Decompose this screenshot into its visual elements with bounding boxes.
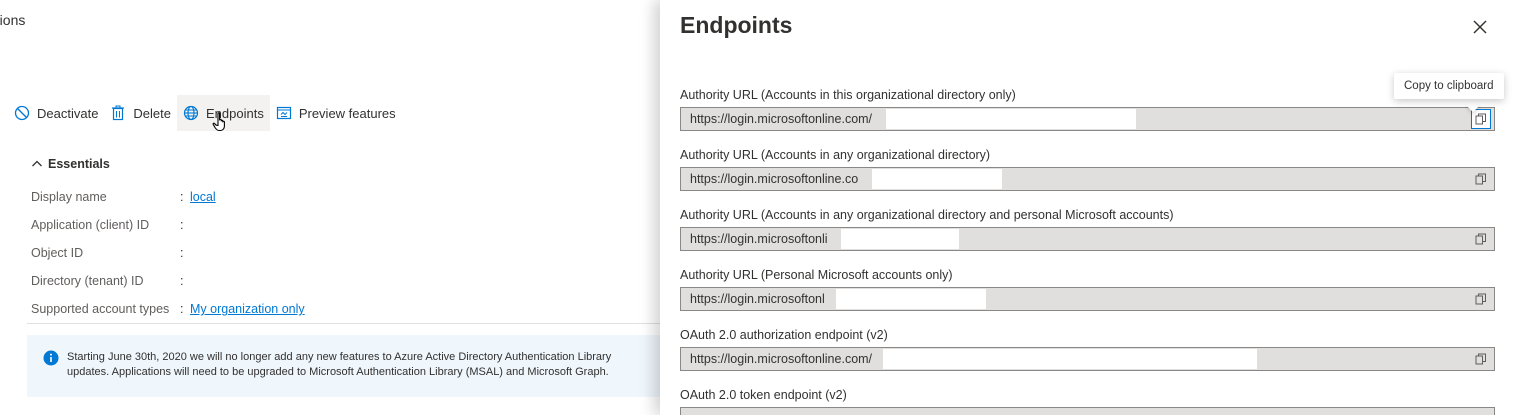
copy-button[interactable] [1472,350,1490,368]
delete-label: Delete [133,105,171,121]
chevron-up-icon [32,160,42,167]
essentials-row-object-id: Object ID : [31,246,190,260]
essentials-label: Display name [31,190,107,204]
close-icon[interactable] [1470,17,1490,37]
endpoint-field[interactable]: https://login.microsoftonl [680,287,1495,311]
copy-icon [1475,353,1486,365]
preview-features-icon [276,106,291,120]
redaction [883,349,1257,369]
info-banner-text: Starting June 30th, 2020 we will no long… [67,350,611,380]
essentials-row-tenant-id: Directory (tenant) ID : [31,274,190,288]
essentials-colon: : [180,190,184,204]
endpoint-value: https://login.microsoftonli [690,232,828,246]
essentials-label: Supported account types [31,302,170,316]
delete-button[interactable]: Delete [104,95,177,131]
app-registration-page: ations Deactivate Delete [0,0,667,415]
command-bar: Deactivate Delete Endpoints Preview feat… [8,95,402,131]
info-banner: Starting June 30th, 2020 we will no long… [27,335,667,397]
essentials-label: Directory (tenant) ID [31,274,144,288]
essentials-row-display-name: Display name : local [31,190,216,204]
endpoint-label: Authority URL (Personal Microsoft accoun… [680,268,953,282]
essentials-colon: : [180,274,184,288]
copy-tooltip: Copy to clipboard [1394,73,1504,99]
essentials-heading: Essentials [48,157,110,171]
endpoint-value: https://login.microsoftonline.co [690,172,859,186]
copy-button[interactable] [1472,170,1490,188]
endpoint-value: https://login.microsoftonline.com/ [690,112,873,126]
endpoint-field[interactable]: https://login.microsoftonline.co [680,167,1495,191]
deactivate-button[interactable]: Deactivate [8,95,104,131]
info-icon [43,350,59,366]
deactivate-label: Deactivate [37,105,99,121]
copy-button[interactable] [1472,230,1490,248]
globe-icon [183,105,199,121]
copy-button[interactable] [1472,290,1490,308]
deactivate-icon [14,105,30,121]
copy-button[interactable] [1471,109,1491,129]
endpoint-value: https://login.microsoftonline.com/ [690,352,873,366]
essentials-row-client-id: Application (client) ID : [31,218,190,232]
essentials-toggle[interactable]: Essentials [31,157,110,171]
endpoint-value: https://login.microsoftonl [690,292,825,306]
preview-features-label: Preview features [298,105,396,121]
account-types-link[interactable]: My organization only [190,302,305,316]
endpoint-field[interactable]: https://login.microsoftonline.com/ [680,107,1495,131]
hand-cursor-icon [212,112,225,132]
info-banner-line: updates. Applications will need to be up… [67,366,609,378]
page-title: ations [0,12,26,28]
panel-title: Endpoints [680,12,793,38]
endpoint-label: OAuth 2.0 authorization endpoint (v2) [680,328,888,342]
essentials-label: Object ID [31,246,84,260]
copy-icon [1475,293,1486,305]
copy-icon [1475,173,1486,185]
endpoint-label: Authority URL (Accounts in any organizat… [680,148,991,162]
essentials-label: Application (client) ID [31,218,150,232]
endpoint-label: Authority URL (Accounts in this organiza… [680,88,1016,102]
endpoint-field[interactable] [680,407,1495,415]
copy-icon [1475,233,1486,245]
redaction [886,109,1136,129]
essentials-colon: : [180,246,184,260]
endpoint-field[interactable]: https://login.microsoftonline.com/ [680,347,1495,371]
essentials-colon: : [180,302,184,316]
endpoint-label: Authority URL (Accounts in any organizat… [680,208,1174,222]
info-banner-line: Starting June 30th, 2020 we will no long… [67,351,612,363]
essentials-colon: : [180,218,184,232]
display-name-link[interactable]: local [190,190,216,204]
redaction [836,289,986,309]
redaction [841,229,959,249]
essentials-divider [27,323,667,324]
endpoint-field[interactable]: https://login.microsoftonli [680,227,1495,251]
preview-features-button[interactable]: Preview features [270,95,402,131]
delete-icon [112,105,125,121]
copy-icon [1475,113,1486,125]
endpoints-panel: Endpoints Authority URL (Accounts in thi… [660,0,1521,415]
redaction [872,169,1002,189]
essentials-row-account-types: Supported account types : My organizatio… [31,302,305,316]
endpoint-label: OAuth 2.0 token endpoint (v2) [680,388,847,402]
